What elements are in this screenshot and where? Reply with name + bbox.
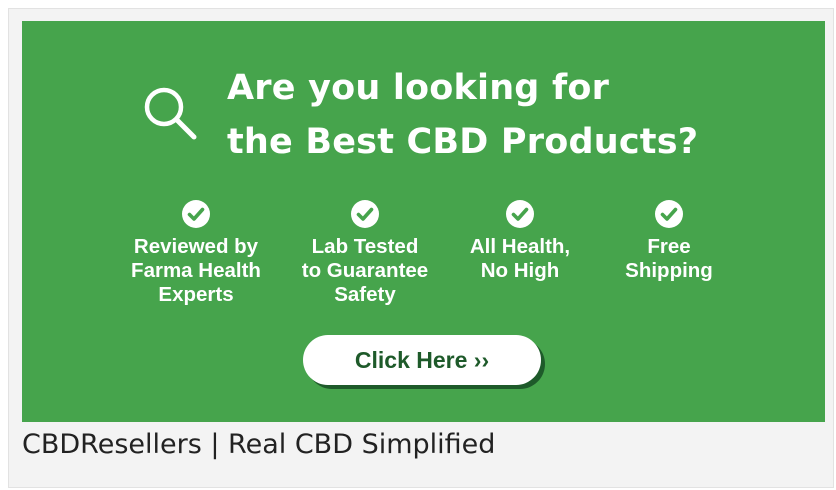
- ad-card: Are you looking for the Best CBD Product…: [8, 8, 834, 488]
- feature-label: Reviewed by Farma Health Experts: [131, 235, 261, 306]
- check-circle-icon: [182, 200, 210, 228]
- ad-caption[interactable]: CBDResellers | Real CBD Simplified: [22, 425, 495, 465]
- feature-lab-tested: Lab Tested to Guarantee Safety: [280, 199, 450, 307]
- headline-line-1: Are you looking for: [227, 68, 610, 108]
- search-icon: [144, 87, 197, 140]
- check-circle-icon: [655, 200, 683, 228]
- headline: Are you looking for the Best CBD Product…: [227, 61, 698, 169]
- feature-reviewed: Reviewed by Farma Health Experts: [111, 199, 281, 307]
- feature-all-health: All Health, No High: [435, 199, 605, 283]
- feature-label: All Health, No High: [469, 235, 571, 282]
- feature-label: Free Shipping: [625, 235, 713, 282]
- click-here-button[interactable]: Click Here ››: [303, 335, 541, 385]
- feature-label: Lab Tested to Guarantee Safety: [301, 235, 429, 306]
- headline-line-2: the Best CBD Products?: [227, 122, 699, 162]
- feature-free-shipping: Free Shipping: [584, 199, 754, 283]
- check-circle-icon: [351, 200, 379, 228]
- ad-banner[interactable]: Are you looking for the Best CBD Product…: [22, 21, 825, 422]
- check-circle-icon: [506, 200, 534, 228]
